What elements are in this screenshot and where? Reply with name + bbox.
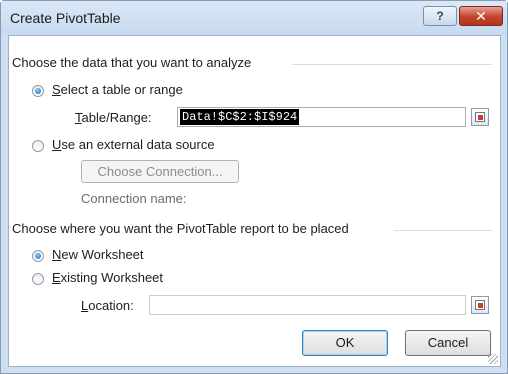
table-range-label: Table/Range: — [75, 110, 152, 125]
table-range-value: Data!$C$2:$I$924 — [180, 109, 300, 125]
help-button[interactable]: ? — [423, 6, 457, 26]
resize-grip[interactable] — [488, 354, 498, 364]
choose-connection-button[interactable]: Choose Connection... — [81, 160, 239, 183]
select-table-label[interactable]: Select a table or range — [52, 82, 183, 97]
source-heading: Choose the data that you want to analyze — [12, 55, 252, 70]
range-picker-icon[interactable] — [471, 296, 489, 314]
cancel-button[interactable]: Cancel — [405, 330, 491, 356]
external-source-radio[interactable] — [32, 140, 44, 152]
section-divider — [292, 64, 492, 65]
help-icon: ? — [436, 9, 444, 23]
create-pivottable-dialog: Create PivotTable ? ✕ Choose the data th… — [0, 0, 508, 374]
table-range-input[interactable]: Data!$C$2:$I$924 — [177, 107, 466, 127]
title-bar: Create PivotTable ? ✕ — [1, 1, 507, 35]
existing-worksheet-radio[interactable] — [32, 273, 44, 285]
range-picker-icon[interactable] — [471, 108, 489, 126]
location-label: Location: — [81, 298, 134, 313]
external-source-label[interactable]: Use an external data source — [52, 137, 215, 152]
dialog-title: Create PivotTable — [10, 10, 121, 26]
section-divider — [394, 230, 492, 231]
location-input[interactable] — [149, 295, 466, 315]
new-worksheet-radio[interactable] — [32, 250, 44, 262]
placement-heading: Choose where you want the PivotTable rep… — [12, 221, 349, 236]
dialog-body: Choose the data that you want to analyze… — [8, 35, 501, 367]
close-button[interactable]: ✕ — [459, 6, 503, 26]
close-icon: ✕ — [475, 8, 487, 24]
connection-name-label: Connection name: — [81, 191, 187, 206]
new-worksheet-label[interactable]: New Worksheet — [52, 247, 144, 262]
ok-button[interactable]: OK — [302, 330, 388, 356]
existing-worksheet-label[interactable]: Existing Worksheet — [52, 270, 163, 285]
select-table-radio[interactable] — [32, 85, 44, 97]
